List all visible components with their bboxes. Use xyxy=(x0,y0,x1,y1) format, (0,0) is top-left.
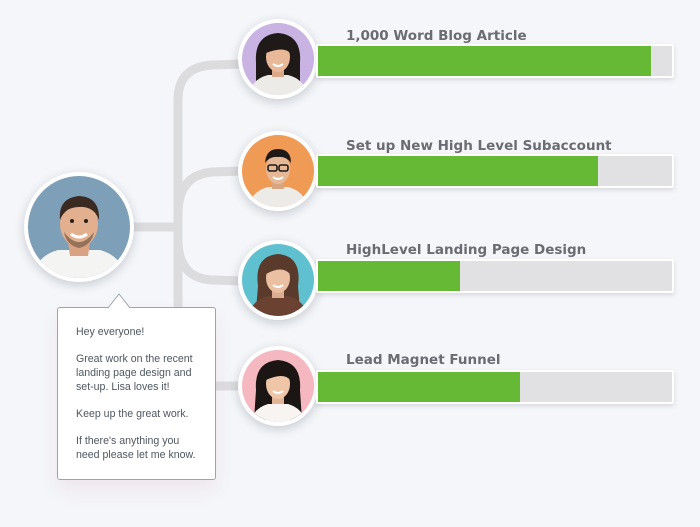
assignee-avatar-3 xyxy=(238,240,318,320)
task-title-2: Set up New High Level Subaccount xyxy=(346,138,612,154)
progress-bar-1 xyxy=(316,44,674,78)
assignee-avatar-icon xyxy=(242,135,314,207)
progress-bar-3 xyxy=(316,259,674,293)
assignee-avatar-1 xyxy=(238,19,318,99)
message-encouragement: Keep up the great work. xyxy=(76,408,189,420)
assignee-avatar-icon xyxy=(242,244,314,316)
assignee-avatar-2 xyxy=(238,131,318,211)
task-title-3: HighLevel Landing Page Design xyxy=(346,242,587,258)
assignee-avatar-icon xyxy=(242,23,314,95)
progress-fill-4 xyxy=(318,372,520,402)
message-body-line: Great work on the recent xyxy=(76,353,193,365)
progress-fill-1 xyxy=(318,46,651,76)
manager-message-bubble: Hey everyone! Great work on the recent l… xyxy=(57,307,216,480)
manager-avatar xyxy=(24,172,134,282)
message-help: If there's anything you need please let … xyxy=(76,434,205,462)
task-title-4: Lead Magnet Funnel xyxy=(346,352,501,368)
message-body-line: landing page design and xyxy=(76,367,192,379)
task-progress-board: 1,000 Word Blog Article Set up New High … xyxy=(0,0,700,527)
message-help-line: need please let me know. xyxy=(76,449,196,461)
message-body: Great work on the recent landing page de… xyxy=(76,352,205,394)
progress-fill-3 xyxy=(318,261,460,291)
progress-bar-2 xyxy=(316,154,674,188)
message-body-line: set-up. Lisa loves it! xyxy=(76,381,170,393)
assignee-avatar-4 xyxy=(238,346,318,426)
progress-fill-2 xyxy=(318,156,598,186)
task-title-1: 1,000 Word Blog Article xyxy=(346,28,527,44)
message-help-line: If there's anything you xyxy=(76,435,180,447)
assignee-avatar-icon xyxy=(242,350,314,422)
bubble-tail xyxy=(108,293,130,309)
manager-avatar-icon xyxy=(28,176,130,278)
progress-bar-4 xyxy=(316,370,674,404)
message-greeting: Hey everyone! xyxy=(76,326,145,338)
